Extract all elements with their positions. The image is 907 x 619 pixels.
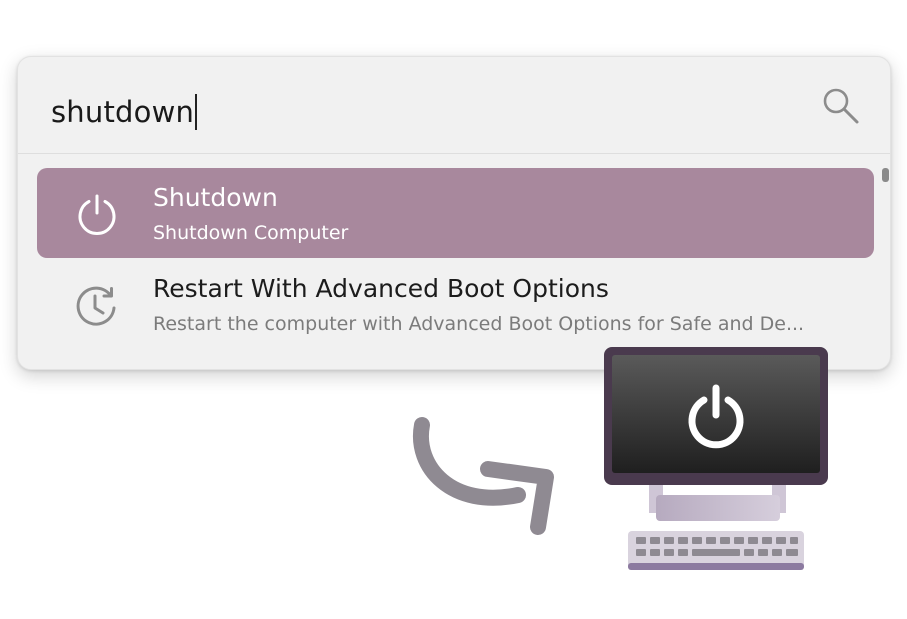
result-title: Restart With Advanced Boot Options	[153, 274, 609, 303]
launcher-window: shutdown Shutdown Shutdown Computer Rest…	[17, 56, 891, 370]
power-icon	[78, 194, 116, 235]
curved-arrow-icon	[412, 417, 554, 535]
search-bar: shutdown	[18, 57, 890, 154]
computer-power-icon	[604, 347, 828, 570]
result-subtitle: Restart the computer with Advanced Boot …	[153, 313, 805, 335]
result-item-restart-advanced[interactable]: Restart With Advanced Boot Options Resta…	[37, 259, 874, 349]
search-icon[interactable]	[822, 87, 860, 125]
result-item-shutdown[interactable]: Shutdown Shutdown Computer	[37, 168, 874, 258]
result-subtitle: Shutdown Computer	[153, 222, 349, 244]
result-title: Shutdown	[153, 183, 278, 212]
restart-clock-icon	[76, 286, 116, 326]
text-caret	[195, 94, 198, 130]
search-query-text: shutdown	[51, 95, 195, 129]
search-input[interactable]: shutdown	[51, 91, 198, 133]
results-list: Shutdown Shutdown Computer Restart With …	[18, 154, 890, 369]
stage: shutdown Shutdown Shutdown Computer Rest…	[0, 0, 907, 619]
scrollbar-thumb[interactable]	[882, 168, 889, 182]
